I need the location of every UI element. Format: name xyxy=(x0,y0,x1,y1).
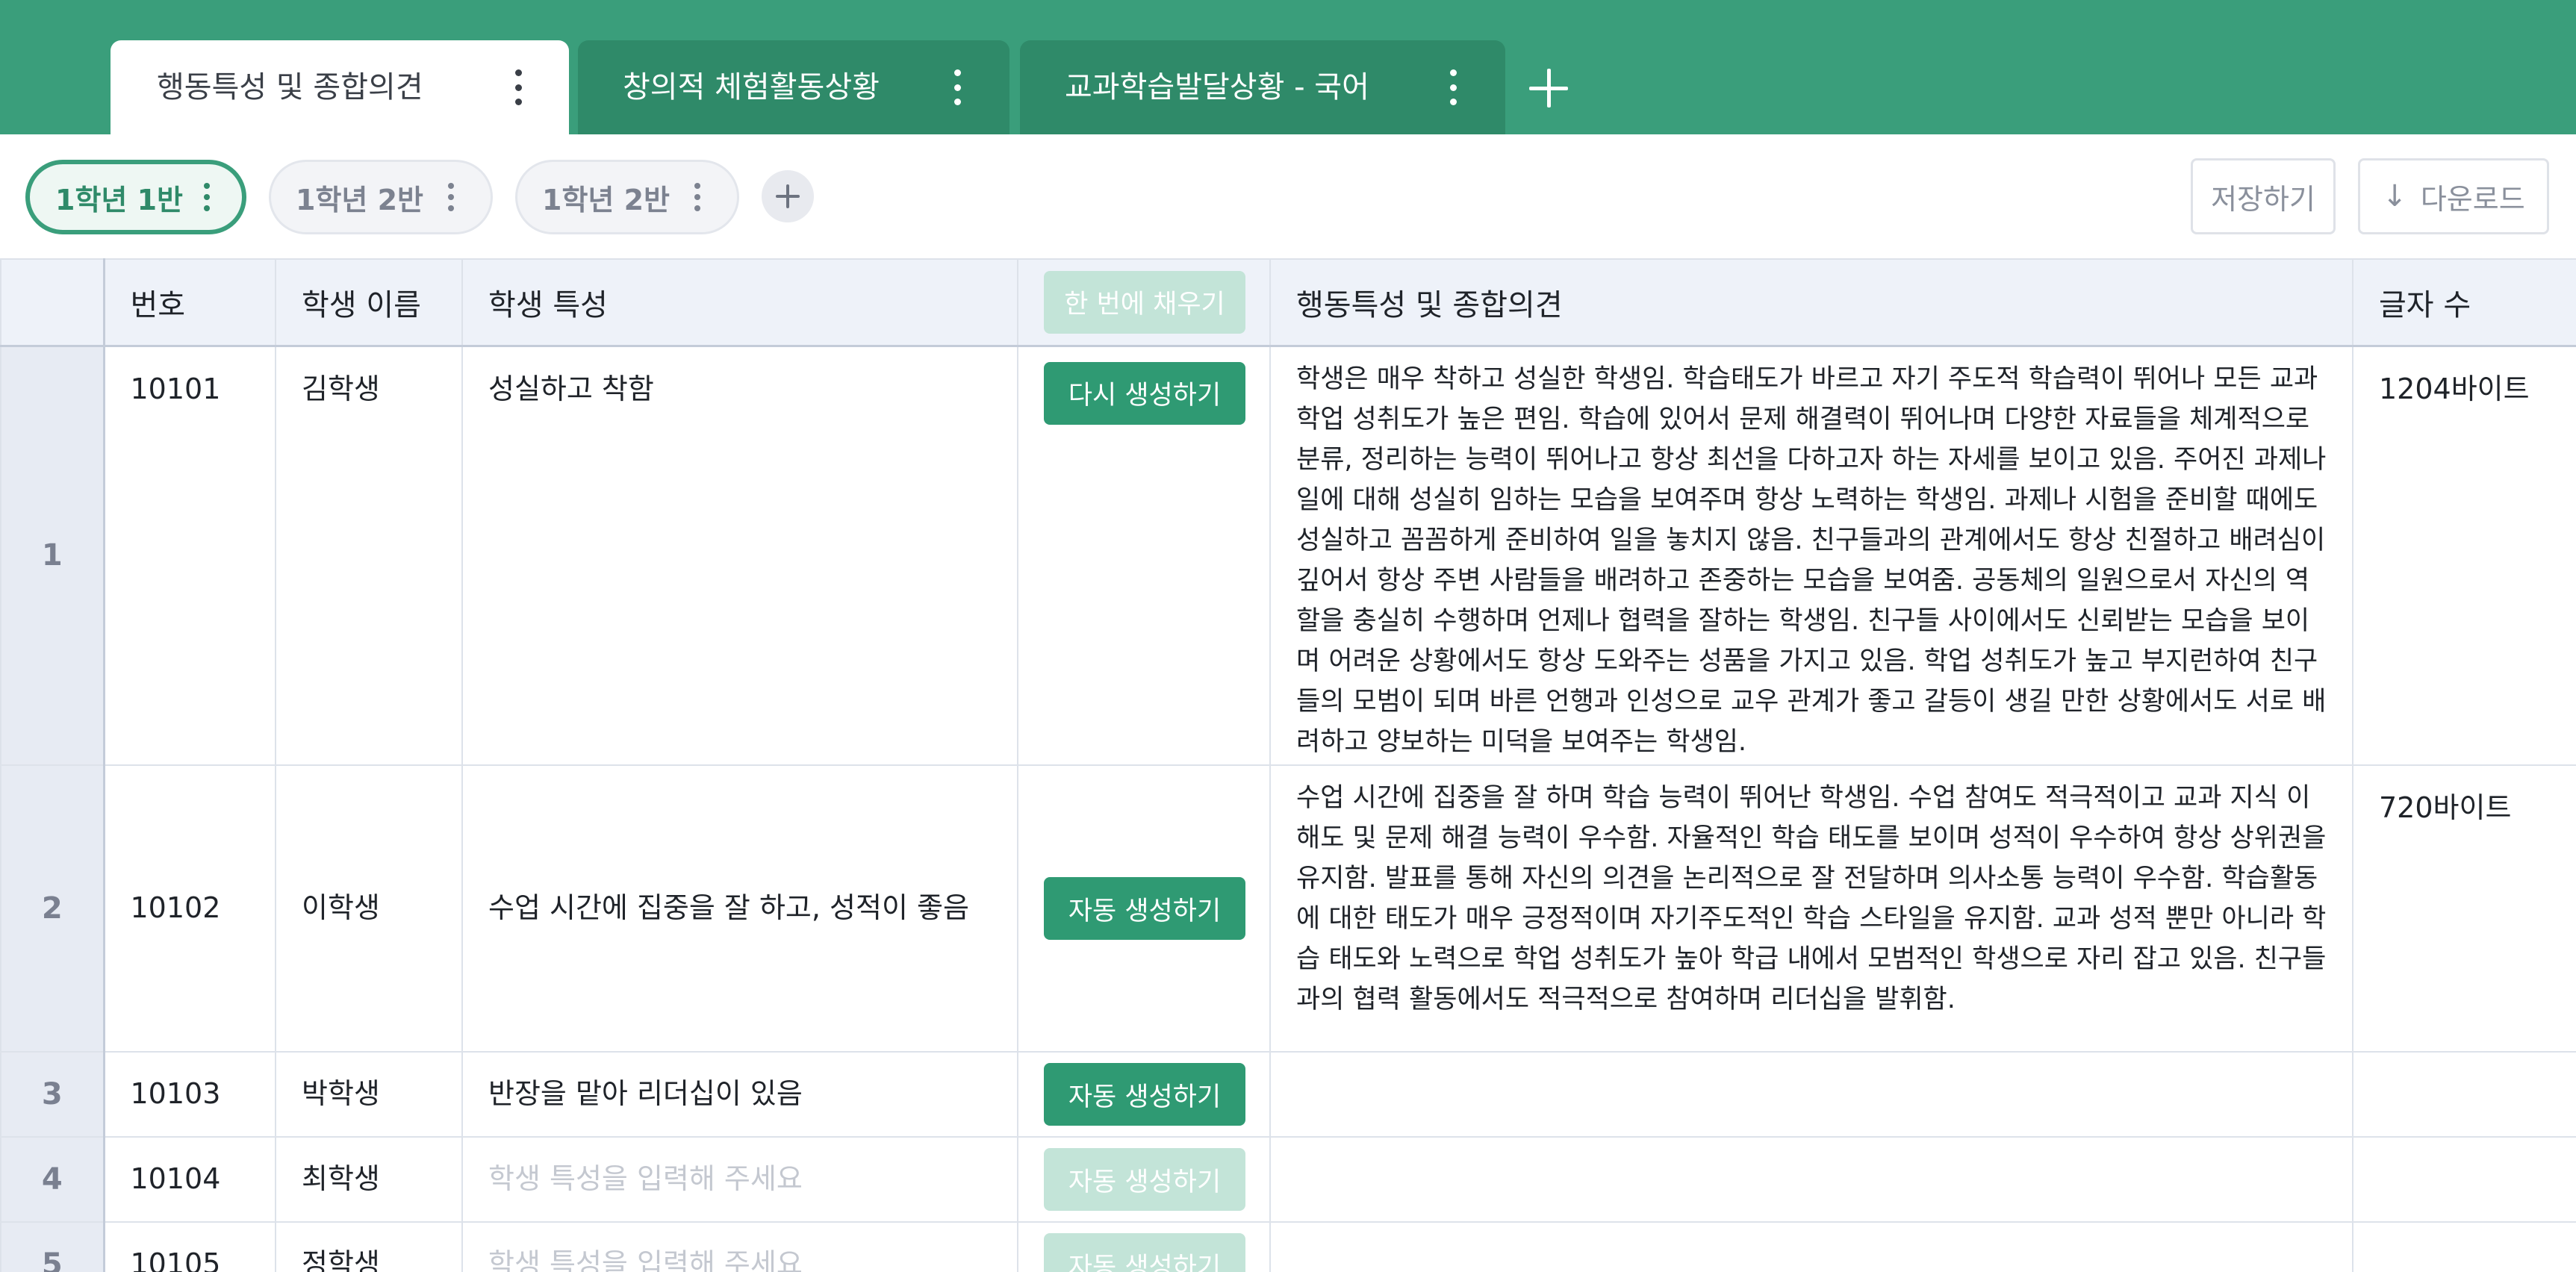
student-name: 최학생 xyxy=(275,1136,463,1223)
action-cell: 자동 생성하기 xyxy=(1017,1051,1271,1138)
action-cell: 자동 생성하기 xyxy=(1017,1221,1271,1272)
more-vertical-icon[interactable] xyxy=(203,183,211,211)
column-header-count: 글자 수 xyxy=(2352,258,2576,347)
column-header-trait: 학생 특성 xyxy=(461,258,1018,347)
action-cell: 자동 생성하기 xyxy=(1017,764,1271,1053)
tab-creative-activities[interactable]: 창의적 체험활동상황 xyxy=(578,40,1009,134)
student-number: 10105 xyxy=(103,1221,276,1272)
student-name: 김학생 xyxy=(275,345,463,766)
table-row: 2 10102 이학생 수업 시간에 집중을 잘 하고, 성적이 좋음 자동 생… xyxy=(0,764,2576,1053)
row-index: 3 xyxy=(0,1051,105,1138)
action-cell: 자동 생성하기 xyxy=(1017,1136,1271,1223)
download-arrow-icon: ↓ xyxy=(2382,179,2407,213)
save-button[interactable]: 저장하기 xyxy=(2191,158,2336,234)
more-vertical-icon[interactable] xyxy=(447,183,455,211)
top-tab-bar: 행동특성 및 종합의견 창의적 체험활동상황 교과학습발달상황 - 국어 xyxy=(0,0,2576,134)
column-header-number: 번호 xyxy=(103,258,276,347)
byte-count xyxy=(2352,1136,2576,1223)
student-number: 10104 xyxy=(103,1136,276,1223)
fill-all-button[interactable]: 한 번에 채우기 xyxy=(1044,270,1245,334)
row-index: 2 xyxy=(0,764,105,1053)
more-vertical-icon[interactable] xyxy=(953,69,962,105)
row-index: 1 xyxy=(0,345,105,766)
tab-label: 교과학습발달상황 - 국어 xyxy=(1065,70,1369,105)
download-button-label: 다운로드 xyxy=(2420,182,2525,216)
add-class-icon[interactable] xyxy=(762,170,814,222)
class-chip-label: 1학년 1반 xyxy=(55,183,183,216)
opinion-text[interactable] xyxy=(1269,1221,2353,1272)
auto-generate-button[interactable]: 자동 생성하기 xyxy=(1044,1148,1245,1211)
opinion-text[interactable] xyxy=(1269,1051,2353,1138)
opinion-text[interactable] xyxy=(1269,1136,2353,1223)
class-chip-1-2[interactable]: 1학년 2반 xyxy=(269,160,493,234)
table-row: 4 10104 최학생 학생 특성을 입력해 주세요 자동 생성하기 xyxy=(0,1136,2576,1223)
byte-count: 1204바이트 xyxy=(2352,345,2576,766)
byte-count xyxy=(2352,1221,2576,1272)
column-header-opinion: 행동특성 및 종합의견 xyxy=(1269,258,2353,347)
row-index-header xyxy=(0,258,105,347)
student-trait-input[interactable]: 반장을 맡아 리더십이 있음 xyxy=(461,1051,1018,1138)
class-chip-1-2b[interactable]: 1학년 2반 xyxy=(515,160,739,234)
tab-subject-korean[interactable]: 교과학습발달상황 - 국어 xyxy=(1020,40,1505,134)
student-number: 10103 xyxy=(103,1051,276,1138)
class-chip-1-1[interactable]: 1학년 1반 xyxy=(25,160,246,234)
student-name: 정학생 xyxy=(275,1221,463,1272)
column-header-action: 한 번에 채우기 xyxy=(1017,258,1271,347)
student-trait-input[interactable]: 성실하고 착함 xyxy=(461,345,1018,766)
student-name: 이학생 xyxy=(275,764,463,1053)
student-trait-input[interactable]: 학생 특성을 입력해 주세요 xyxy=(461,1136,1018,1223)
student-name: 박학생 xyxy=(275,1051,463,1138)
action-cell: 다시 생성하기 xyxy=(1017,345,1271,766)
more-vertical-icon[interactable] xyxy=(694,183,701,211)
opinion-text[interactable]: 학생은 매우 착하고 성실한 학생임. 학습태도가 바르고 자기 주도적 학습력… xyxy=(1269,345,2353,766)
student-trait-input[interactable]: 수업 시간에 집중을 잘 하고, 성적이 좋음 xyxy=(461,764,1018,1053)
class-chip-label: 1학년 2반 xyxy=(542,183,670,216)
auto-generate-button[interactable]: 자동 생성하기 xyxy=(1044,1063,1245,1126)
tab-label: 행동특성 및 종합의견 xyxy=(157,70,423,105)
auto-generate-button[interactable]: 자동 생성하기 xyxy=(1044,1233,1245,1272)
table-row: 5 10105 정학생 학생 특성을 입력해 주세요 자동 생성하기 xyxy=(0,1221,2576,1272)
more-vertical-icon[interactable] xyxy=(1449,69,1457,105)
student-table: 번호 학생 이름 학생 특성 한 번에 채우기 행동특성 및 종합의견 글자 수… xyxy=(0,258,2576,1272)
table-row: 1 10101 김학생 성실하고 착함 다시 생성하기 학생은 매우 착하고 성… xyxy=(0,345,2576,766)
student-number: 10101 xyxy=(103,345,276,766)
auto-generate-button[interactable]: 자동 생성하기 xyxy=(1044,877,1245,940)
more-vertical-icon[interactable] xyxy=(514,69,523,105)
row-index: 5 xyxy=(0,1221,105,1272)
column-header-name: 학생 이름 xyxy=(275,258,463,347)
tab-label: 창의적 체험활동상황 xyxy=(623,70,880,105)
row-index: 4 xyxy=(0,1136,105,1223)
byte-count xyxy=(2352,1051,2576,1138)
student-number: 10102 xyxy=(103,764,276,1053)
student-trait-input[interactable]: 학생 특성을 입력해 주세요 xyxy=(461,1221,1018,1272)
opinion-text[interactable]: 수업 시간에 집중을 잘 하며 학습 능력이 뛰어난 학생임. 수업 참여도 적… xyxy=(1269,764,2353,1053)
add-tab-icon[interactable] xyxy=(1525,66,1572,110)
tab-behavior-opinion[interactable]: 행동특성 및 종합의견 xyxy=(111,40,569,134)
byte-count: 720바이트 xyxy=(2352,764,2576,1053)
table-row: 3 10103 박학생 반장을 맡아 리더십이 있음 자동 생성하기 xyxy=(0,1051,2576,1138)
class-chip-label: 1학년 2반 xyxy=(296,183,423,216)
regenerate-button[interactable]: 다시 생성하기 xyxy=(1044,361,1245,425)
save-button-label: 저장하기 xyxy=(2211,182,2315,216)
download-button[interactable]: ↓ 다운로드 xyxy=(2358,158,2549,234)
table-header-row: 번호 학생 이름 학생 특성 한 번에 채우기 행동특성 및 종합의견 글자 수 xyxy=(0,258,2576,347)
